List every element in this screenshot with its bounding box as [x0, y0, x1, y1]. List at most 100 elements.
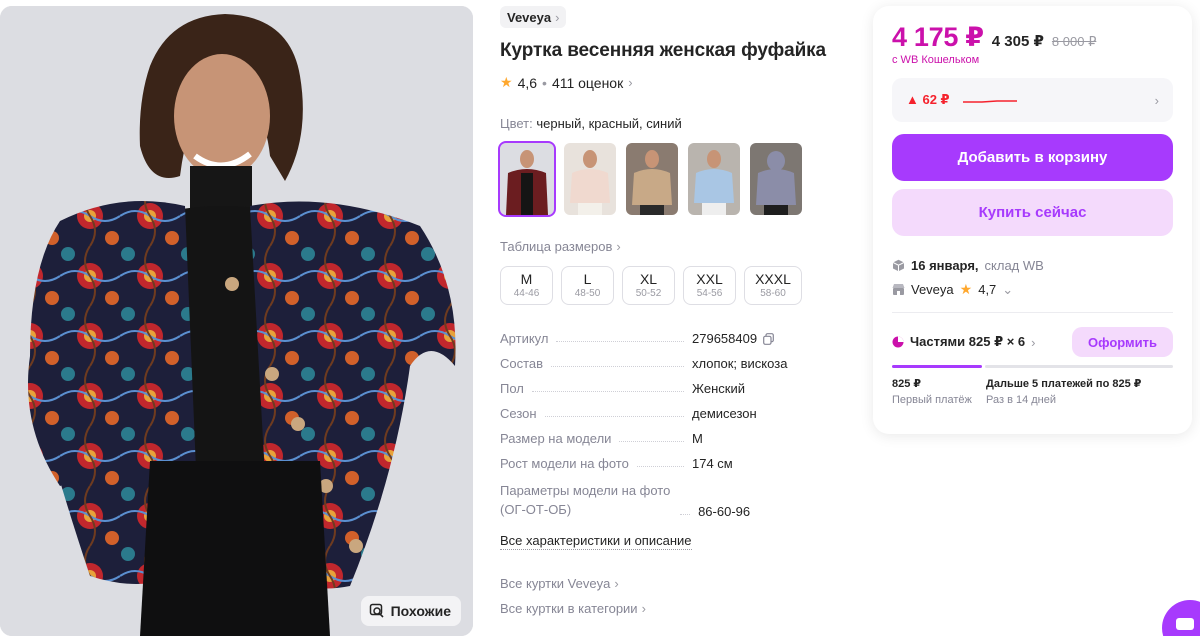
all-brand-link[interactable]: Все куртки Veveya ›	[500, 576, 830, 591]
spec-value: 86-60-96	[698, 504, 751, 519]
color-thumbnails	[498, 141, 830, 217]
chevron-right-icon: ›	[628, 75, 633, 90]
size-option[interactable]: L 48-50	[561, 266, 614, 305]
color-label: Цвет:	[500, 116, 533, 131]
size-range: 54-56	[696, 288, 723, 299]
copy-icon[interactable]	[763, 332, 774, 345]
thumbnail-image	[688, 143, 740, 215]
size-options: M 44-46 L 48-50 XL 50-52 XXL 54-56 XXXL …	[500, 266, 830, 305]
spec-row: Рост модели на фото 174 см	[500, 456, 830, 471]
star-icon: ★	[959, 281, 973, 297]
size-option[interactable]: XL 50-52	[622, 266, 675, 305]
spec-leader	[636, 466, 684, 467]
installments-label[interactable]: Частями 825 ₽ × 6	[910, 334, 1025, 350]
first-payment: 825 ₽ Первый платёж	[892, 377, 974, 406]
spec-key: Рост модели на фото	[500, 456, 629, 471]
specs-list: Артикул 279658409 Состав хлопок; вискоза…	[500, 331, 830, 550]
size-name: L	[583, 271, 592, 287]
first-label: Первый платёж	[892, 394, 972, 406]
price-row: 4 175 ₽ 4 305 ₽ 8 000 ₽	[892, 22, 1173, 53]
spec-row: Пол Женский	[500, 381, 830, 396]
chevron-right-icon: ›	[614, 576, 619, 591]
all-brand-label: Все куртки Veveya	[500, 576, 611, 591]
thumbnail-1[interactable]	[498, 141, 556, 217]
size-table-label: Таблица размеров	[500, 239, 613, 254]
next-label: Раз в 14 дней	[986, 394, 1057, 406]
dot-separator: •	[542, 74, 547, 91]
first-amount: 825 ₽	[892, 378, 922, 390]
thumbnail-image	[564, 143, 616, 215]
all-category-link[interactable]: Все куртки в категории ›	[500, 601, 830, 616]
price-card: 4 175 ₽ 4 305 ₽ 8 000 ₽ с WB Кошельком ▲…	[873, 6, 1192, 434]
buy-now-button[interactable]: Купить сейчас	[892, 189, 1173, 236]
chevron-right-icon: ›	[641, 601, 646, 616]
spec-key: Состав	[500, 356, 544, 371]
installments-button[interactable]: Оформить	[1072, 327, 1173, 357]
delivery-date: 16 января,	[911, 258, 979, 273]
box-icon	[892, 259, 905, 272]
wallet-label[interactable]: с WB Кошельком	[892, 54, 1173, 66]
thumbnail-2[interactable]	[564, 143, 616, 215]
similar-label: Похожие	[390, 603, 451, 619]
spec-row: Состав хлопок; вискоза	[500, 356, 830, 371]
spec-key: Параметры модели на фото (ОГ-ОТ-ОБ)	[500, 483, 671, 517]
similar-search-icon	[369, 603, 384, 618]
thumbnail-5[interactable]	[750, 143, 802, 215]
spec-leader	[551, 366, 684, 367]
all-characteristics-link[interactable]: Все характеристики и описание	[500, 533, 692, 550]
next-payments: Дальше 5 платежей по 825 ₽ Раз в 14 дней	[986, 377, 1141, 406]
chevron-right-icon: ›	[555, 9, 560, 25]
size-range: 44-46	[513, 288, 540, 299]
spec-value: демисезон	[692, 406, 757, 421]
spec-leader	[531, 391, 684, 392]
add-to-cart-button[interactable]: Добавить в корзину	[892, 134, 1173, 181]
size-name: XL	[639, 271, 658, 287]
chat-button[interactable]	[1162, 600, 1200, 636]
spec-key: Сезон	[500, 406, 537, 421]
product-title: Куртка весенняя женская фуфайка	[500, 40, 827, 61]
delivery-place: склад WB	[984, 258, 1044, 273]
progress-segment-filled	[892, 365, 982, 368]
brand-name: Veveya	[507, 9, 552, 25]
price-secondary: 4 305 ₽	[991, 33, 1044, 50]
spec-key: Пол	[500, 381, 524, 396]
size-option[interactable]: M 44-46	[500, 266, 553, 305]
chevron-right-icon: ›	[616, 239, 621, 254]
size-option[interactable]: XXL 54-56	[683, 266, 736, 305]
installments-row: Частями 825 ₽ × 6 › Оформить	[892, 327, 1173, 357]
price-history[interactable]: ▲ 62 ₽ ›	[892, 78, 1173, 122]
chevron-right-icon: ›	[1154, 92, 1159, 108]
thumbnail-3[interactable]	[626, 143, 678, 215]
product-main-photo[interactable]: Похожие	[0, 6, 473, 636]
brand-link[interactable]: Veveya ›	[500, 6, 567, 28]
rating-row[interactable]: ★ 4,6 • 411 оценок ›	[500, 74, 830, 91]
spec-row: Параметры модели на фото (ОГ-ОТ-ОБ) 86-6…	[500, 481, 830, 519]
article-number: 279658409	[692, 331, 758, 346]
pie-icon	[892, 336, 904, 348]
spec-row: Артикул 279658409	[500, 331, 830, 346]
delivery-row: 16 января, склад WB	[892, 258, 1173, 273]
all-category-label: Все куртки в категории	[500, 601, 638, 616]
spec-value: хлопок; вискоза	[692, 356, 788, 371]
spec-leader	[680, 514, 691, 515]
star-icon: ★	[500, 74, 513, 90]
spec-key: Артикул	[500, 331, 549, 346]
installments-progress	[892, 365, 1173, 368]
spec-leader	[556, 341, 684, 342]
spec-leader	[544, 416, 684, 417]
spec-value: Женский	[692, 381, 745, 396]
size-option[interactable]: XXXL 58-60	[744, 266, 802, 305]
thumbnail-4[interactable]	[688, 143, 740, 215]
size-range: 48-50	[574, 288, 601, 299]
chat-icon	[1176, 618, 1194, 630]
installments-detail: 825 ₽ Первый платёж Дальше 5 платежей по…	[892, 377, 1173, 406]
thumbnail-image	[500, 143, 554, 215]
size-table-link[interactable]: Таблица размеров ›	[500, 239, 830, 254]
seller-row[interactable]: Veveya ★ 4,7 ⌄	[892, 281, 1173, 298]
shop-icon	[892, 284, 905, 295]
chevron-right-icon: ›	[1031, 334, 1036, 350]
divider	[892, 312, 1173, 313]
seller-name: Veveya	[911, 282, 954, 297]
similar-button[interactable]: Похожие	[360, 596, 461, 626]
seller-rating: 4,7	[978, 282, 997, 297]
